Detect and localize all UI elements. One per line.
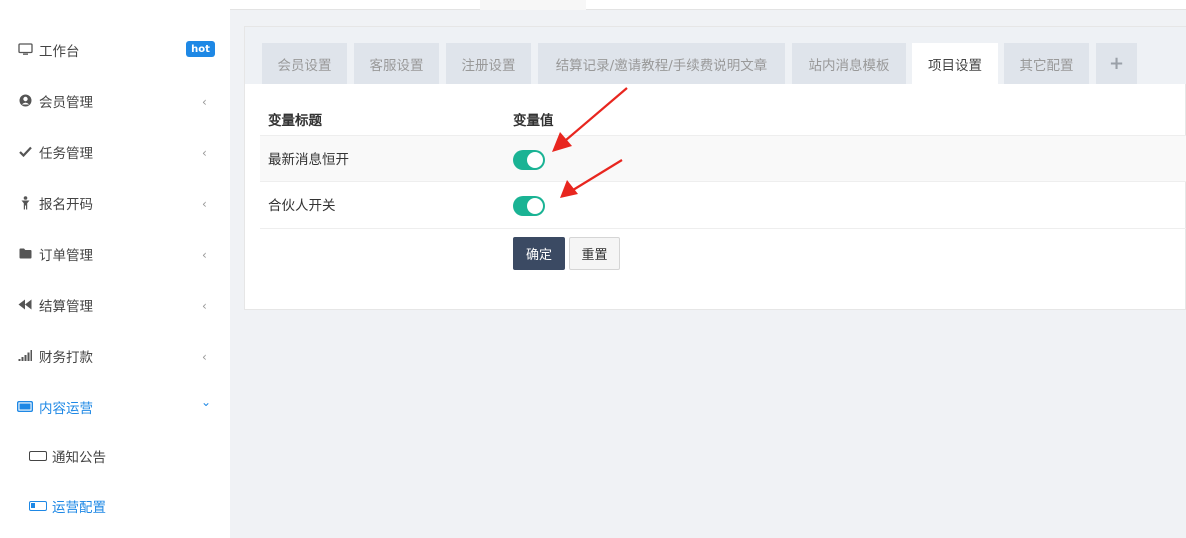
chevron-left-icon: ‹: [202, 95, 207, 109]
sidebar-subitem-label: 运营配置: [52, 500, 106, 516]
tab-service-settings[interactable]: 客服设置: [354, 43, 439, 84]
chevron-left-icon: ‹: [202, 299, 207, 313]
table-row: 合伙人开关: [260, 181, 1186, 227]
sidebar-item-label: 任务管理: [39, 145, 93, 162]
top-bar: [230, 0, 1186, 10]
add-tab-button[interactable]: +: [1096, 43, 1137, 84]
sidebar-item-tasks[interactable]: 任务管理 ‹: [0, 126, 230, 177]
monitor-icon: [17, 42, 33, 58]
sidebar-item-label: 财务打款: [39, 349, 93, 366]
backward-icon: [17, 297, 33, 313]
sidebar-item-finance[interactable]: 财务打款 ‹: [0, 330, 230, 381]
person-icon: [17, 195, 33, 211]
sidebar: 工作台 hot 会员管理 ‹ 任务管理 ‹ 报名开码 ‹ 订单管理 ‹ 结算管理: [0, 0, 230, 538]
table-row: 最新消息恒开: [260, 135, 1186, 181]
tab-register-settings[interactable]: 注册设置: [446, 43, 531, 84]
latest-message-toggle[interactable]: [513, 150, 545, 170]
top-bar-segment: [480, 0, 586, 10]
tab-message-templates[interactable]: 站内消息模板: [792, 43, 906, 84]
display-icon: [17, 399, 33, 415]
toggle-knob: [527, 198, 543, 214]
signal-bars-icon: [17, 348, 33, 364]
check-icon: [17, 144, 33, 160]
sidebar-item-members[interactable]: 会员管理 ‹: [0, 75, 230, 126]
sidebar-item-content-ops[interactable]: 内容运营 ⌄: [0, 381, 230, 432]
tab-member-settings[interactable]: 会员设置: [262, 43, 347, 84]
folder-icon: [17, 246, 33, 262]
sidebar-subitem-label: 通知公告: [52, 450, 106, 466]
settings-panel: 会员设置 客服设置 注册设置 结算记录/邀请教程/手续费说明文章 站内消息模板 …: [244, 26, 1186, 310]
main-content: 会员设置 客服设置 注册设置 结算记录/邀请教程/手续费说明文章 站内消息模板 …: [230, 10, 1186, 538]
tab-other-config[interactable]: 其它配置: [1004, 43, 1089, 84]
sidebar-item-signup[interactable]: 报名开码 ‹: [0, 177, 230, 228]
rectangle-icon: [29, 451, 47, 461]
sidebar-item-label: 订单管理: [39, 247, 93, 264]
sidebar-subitem-ops-config[interactable]: 运营配置: [0, 481, 230, 531]
chevron-left-icon: ‹: [202, 197, 207, 211]
tab-bar: 会员设置 客服设置 注册设置 结算记录/邀请教程/手续费说明文章 站内消息模板 …: [245, 27, 1186, 84]
user-circle-icon: [17, 93, 33, 109]
hot-badge: hot: [186, 41, 215, 57]
sidebar-item-label: 工作台: [39, 43, 80, 60]
partner-toggle[interactable]: [513, 196, 545, 216]
row-label: 最新消息恒开: [268, 152, 349, 168]
divider: [260, 228, 1186, 229]
sidebar-item-label: 会员管理: [39, 94, 93, 111]
chevron-left-icon: ‹: [202, 248, 207, 262]
rectangle-half-icon: [29, 501, 47, 511]
chevron-left-icon: ‹: [202, 350, 207, 364]
confirm-button[interactable]: 确定: [513, 237, 565, 270]
tab-settlement-articles[interactable]: 结算记录/邀请教程/手续费说明文章: [538, 43, 785, 84]
reset-button[interactable]: 重置: [569, 237, 620, 270]
sidebar-item-label: 报名开码: [39, 196, 93, 213]
tab-project-settings[interactable]: 项目设置: [912, 43, 998, 84]
row-label: 合伙人开关: [268, 198, 336, 214]
sidebar-subitem-notice[interactable]: 通知公告: [0, 431, 230, 481]
toggle-knob: [527, 152, 543, 168]
sidebar-item-label: 结算管理: [39, 298, 93, 315]
sidebar-item-settlement[interactable]: 结算管理 ‹: [0, 279, 230, 330]
column-header-title: 变量标题: [268, 113, 322, 129]
sidebar-item-orders[interactable]: 订单管理 ‹: [0, 228, 230, 279]
column-header-value: 变量值: [513, 113, 554, 129]
sidebar-item-label: 内容运营: [39, 400, 93, 417]
chevron-left-icon: ‹: [202, 146, 207, 160]
chevron-down-icon: ⌄: [201, 395, 212, 409]
